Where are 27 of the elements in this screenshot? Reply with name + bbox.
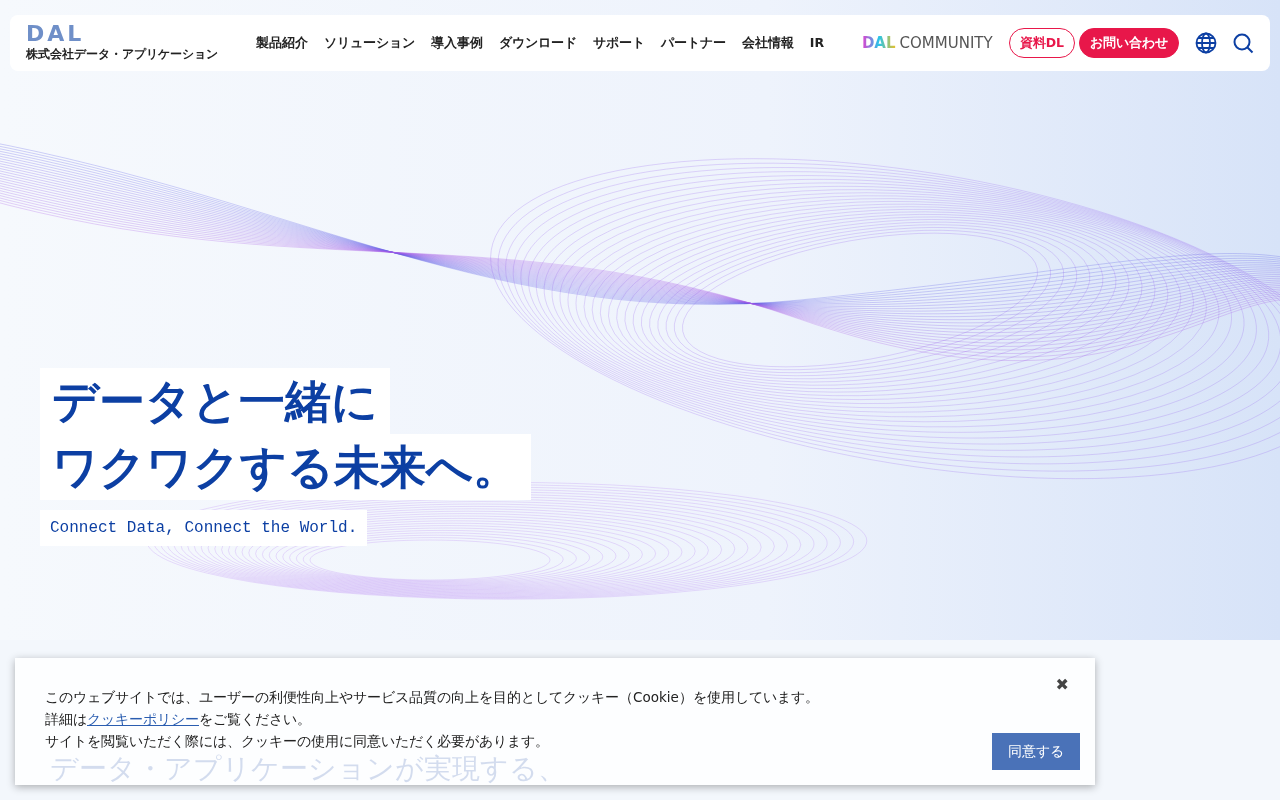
company-name: 株式会社データ・アプリケーション <box>26 46 218 63</box>
accept-button[interactable]: 同意する <box>992 733 1080 770</box>
hero-headline: データと一緒に <box>40 368 390 434</box>
download-button[interactable]: 資料DL <box>1008 27 1075 59</box>
cookie-policy-link[interactable]: クッキーポリシー <box>87 711 199 727</box>
community-link[interactable]: DAL COMMUNITY <box>861 35 993 51</box>
nav-link[interactable]: ダウンロード <box>498 33 577 53</box>
cookie-notice-text: サイトを閲覧いただく際には、クッキーの使用に同意いただく必要があります。 <box>45 732 549 751</box>
hero-tagline: Connect Data, Connect the World. <box>40 510 368 546</box>
nav-link[interactable]: IR <box>809 33 825 53</box>
nav-link[interactable]: サポート <box>592 33 645 53</box>
cookie-notice-text: 詳細はクッキーポリシーをご覧ください。 <box>45 710 311 729</box>
community-label: COMMUNITY <box>899 35 993 51</box>
nav-link[interactable]: 導入事例 <box>430 33 483 53</box>
globe-icon[interactable] <box>1195 32 1217 54</box>
community-logo-mark: DAL <box>861 35 896 51</box>
cookie-notice-text: このウェブサイトでは、ユーザーの利便性向上やサービス品質の向上を目的としてクッキー（Cookie）を使用しています。 <box>45 688 819 707</box>
nav-link[interactable]: 会社情報 <box>741 33 794 53</box>
hero-headline: ワクワクする未来へ。 <box>40 434 531 500</box>
search-icon[interactable] <box>1233 32 1254 54</box>
nav-link[interactable]: 製品紹介 <box>255 33 308 53</box>
contact-button[interactable]: お問い合わせ <box>1079 27 1179 59</box>
logo-mark: DAL <box>26 23 86 45</box>
logo[interactable]: DAL 株式会社データ・アプリケーション <box>26 23 218 63</box>
nav-link[interactable]: ソリューション <box>323 33 415 53</box>
nav-link[interactable]: パートナー <box>660 33 726 53</box>
close-button[interactable]: ✖ <box>1049 672 1075 698</box>
